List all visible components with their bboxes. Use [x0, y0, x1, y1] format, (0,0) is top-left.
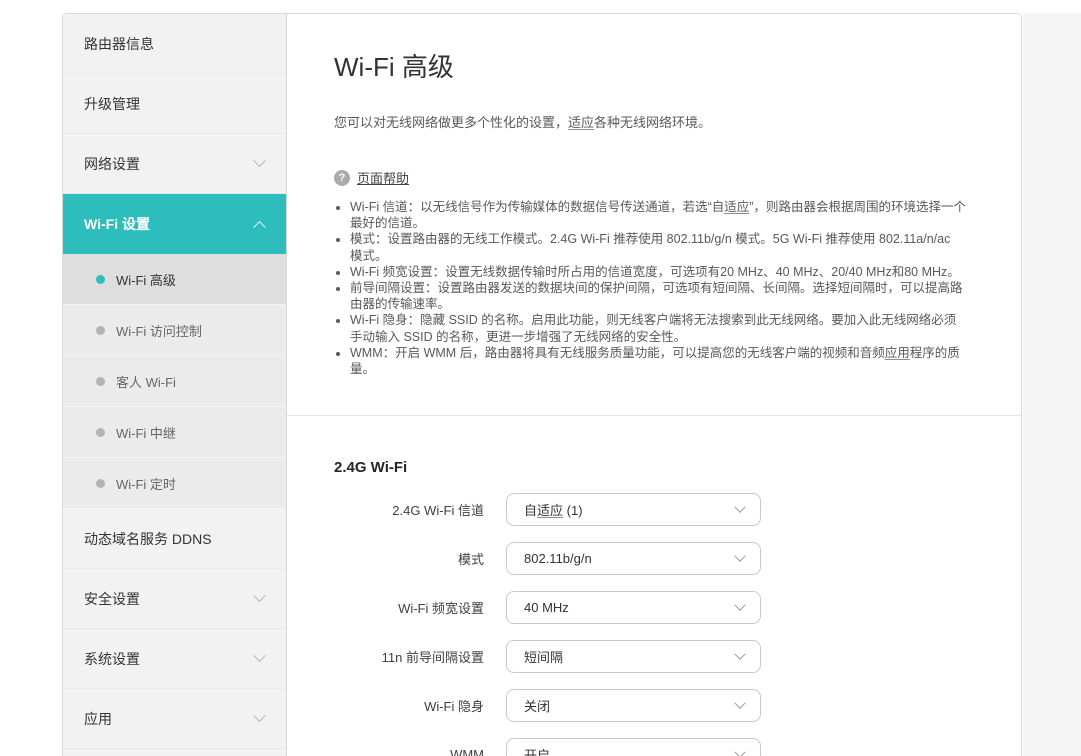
sidebar-item-label: 升级管理	[84, 94, 140, 114]
sidebar-subitem-label: 客人 Wi-Fi	[116, 372, 176, 391]
chevron-down-icon	[734, 550, 745, 561]
chevron-up-icon	[253, 220, 266, 233]
chevron-down-icon	[734, 599, 745, 610]
section-heading-24g: 2.4G Wi-Fi	[334, 459, 974, 476]
sidebar-item-applications[interactable]: 应用	[63, 689, 286, 749]
select-value: 自适应 (1)	[524, 500, 583, 519]
sidebar-item-label: 网络设置	[84, 154, 140, 174]
dot-icon	[96, 326, 105, 335]
page-description: 您可以对无线网络做更多个性化的设置，适应各种无线网络环境。	[334, 114, 974, 132]
stealth-select[interactable]: 关闭	[506, 689, 761, 722]
chevron-down-icon	[253, 154, 266, 167]
page-title: Wi-Fi 高级	[334, 51, 974, 83]
sidebar-item-system-settings[interactable]: 系统设置	[63, 629, 286, 689]
inline-term-link: 适应	[537, 503, 563, 518]
guard-interval-select[interactable]: 短间隔	[506, 640, 761, 673]
active-dot-icon	[96, 275, 105, 284]
inline-term-link[interactable]: 适应	[724, 200, 749, 214]
bandwidth-select[interactable]: 40 MHz	[506, 591, 761, 624]
page-background-gutter	[1023, 13, 1081, 756]
help-bullet-list: Wi-Fi 信道：以无线信号作为传输媒体的数据信号传送通道，若选“自适应”，则路…	[334, 199, 966, 377]
sidebar-item-label: 系统设置	[84, 649, 140, 669]
sidebar-subitem-label: Wi-Fi 访问控制	[116, 321, 202, 340]
help-bullet: Wi-Fi 信道：以无线信号作为传输媒体的数据信号传送通道，若选“自适应”，则路…	[350, 199, 966, 231]
field-row-bandwidth: Wi-Fi 频宽设置 40 MHz	[334, 591, 974, 624]
sidebar-item-router-info[interactable]: 路由器信息	[63, 14, 286, 74]
sidebar-item-label: 动态域名服务 DDNS	[84, 529, 212, 549]
inline-term-link[interactable]: 适应	[568, 115, 594, 130]
help-icon: ?	[334, 170, 350, 186]
sidebar-subitem-label: Wi-Fi 高级	[116, 270, 176, 289]
select-value: 短间隔	[524, 647, 563, 666]
help-bullet: Wi-Fi 隐身：隐藏 SSID 的名称。启用此功能，则无线客户端将无法搜索到此…	[350, 312, 966, 344]
page-help: ? 页面帮助	[334, 168, 974, 187]
help-bullet: Wi-Fi 频宽设置：设置无线数据传输时所占用的信道宽度，可选项有20 MHz、…	[350, 264, 966, 280]
chevron-down-icon	[253, 589, 266, 602]
sidebar-item-label: 安全设置	[84, 589, 140, 609]
sidebar-item-network-settings[interactable]: 网络设置	[63, 134, 286, 194]
help-bullet: WMM：开启 WMM 后，路由器将具有无线服务质量功能，可以提高您的无线客户端的…	[350, 345, 966, 377]
router-admin-panel: 路由器信息 升级管理 网络设置 Wi-Fi 设置 Wi-Fi 高级 Wi-Fi …	[62, 13, 1022, 756]
field-label: Wi-Fi 隐身	[334, 696, 484, 715]
field-label: 11n 前导间隔设置	[334, 647, 484, 666]
sidebar-item-upgrade[interactable]: 升级管理	[63, 74, 286, 134]
field-label: 2.4G Wi-Fi 信道	[334, 500, 484, 519]
dot-icon	[96, 377, 105, 386]
sidebar-subitem-label: Wi-Fi 中继	[116, 423, 176, 442]
mode-select[interactable]: 802.11b/g/n	[506, 542, 761, 575]
sidebar-item-security-settings[interactable]: 安全设置	[63, 569, 286, 629]
sidebar-subitem-label: Wi-Fi 定时	[116, 474, 176, 493]
help-bullet: 模式：设置路由器的无线工作模式。2.4G Wi-Fi 推荐使用 802.11b/…	[350, 231, 966, 263]
sidebar-subitem-wifi-timer[interactable]: Wi-Fi 定时	[63, 458, 286, 509]
select-value: 开启	[524, 745, 550, 756]
sidebar-item-label: 路由器信息	[84, 34, 154, 54]
chevron-down-icon	[253, 709, 266, 722]
sidebar-item-ddns[interactable]: 动态域名服务 DDNS	[63, 509, 286, 569]
wmm-select[interactable]: 开启	[506, 738, 761, 756]
chevron-down-icon	[734, 501, 745, 512]
chevron-down-icon	[734, 746, 745, 756]
help-bullet: 前导间隔设置：设置路由器发送的数据块间的保护间隔，可选项有短间隔、长间隔。选择短…	[350, 280, 966, 312]
sidebar-item-label: Wi-Fi 设置	[84, 214, 150, 234]
chevron-down-icon	[734, 648, 745, 659]
sidebar: 路由器信息 升级管理 网络设置 Wi-Fi 设置 Wi-Fi 高级 Wi-Fi …	[63, 14, 287, 756]
dot-icon	[96, 428, 105, 437]
select-value: 40 MHz	[524, 600, 569, 615]
select-value: 802.11b/g/n	[524, 551, 592, 566]
field-row-mode: 模式 802.11b/g/n	[334, 542, 974, 575]
main-content: Wi-Fi 高级 您可以对无线网络做更多个性化的设置，适应各种无线网络环境。 ?…	[287, 14, 1021, 756]
chevron-down-icon	[253, 649, 266, 662]
field-label: Wi-Fi 频宽设置	[334, 598, 484, 617]
field-label: 模式	[334, 549, 484, 568]
field-row-channel: 2.4G Wi-Fi 信道 自适应 (1)	[334, 493, 974, 526]
channel-select[interactable]: 自适应 (1)	[506, 493, 761, 526]
sidebar-item-label: 应用	[84, 709, 112, 729]
chevron-down-icon	[734, 697, 745, 708]
field-label: WMM	[334, 747, 484, 756]
inline-term-link[interactable]: 应用	[885, 346, 910, 360]
sidebar-subitem-wifi-access-control[interactable]: Wi-Fi 访问控制	[63, 305, 286, 356]
select-value: 关闭	[524, 696, 550, 715]
wifi-24g-section: 2.4G Wi-Fi 2.4G Wi-Fi 信道 自适应 (1) 模式 802.…	[287, 415, 1021, 756]
sidebar-item-wifi-settings[interactable]: Wi-Fi 设置	[63, 194, 286, 254]
field-row-wmm: WMM 开启	[334, 738, 974, 756]
dot-icon	[96, 479, 105, 488]
field-row-guard-interval: 11n 前导间隔设置 短间隔	[334, 640, 974, 673]
sidebar-subitem-guest-wifi[interactable]: 客人 Wi-Fi	[63, 356, 286, 407]
sidebar-subitem-wifi-advanced[interactable]: Wi-Fi 高级	[63, 254, 286, 305]
field-row-stealth: Wi-Fi 隐身 关闭	[334, 689, 974, 722]
sidebar-subitem-wifi-repeater[interactable]: Wi-Fi 中继	[63, 407, 286, 458]
page-help-link[interactable]: 页面帮助	[357, 168, 409, 187]
